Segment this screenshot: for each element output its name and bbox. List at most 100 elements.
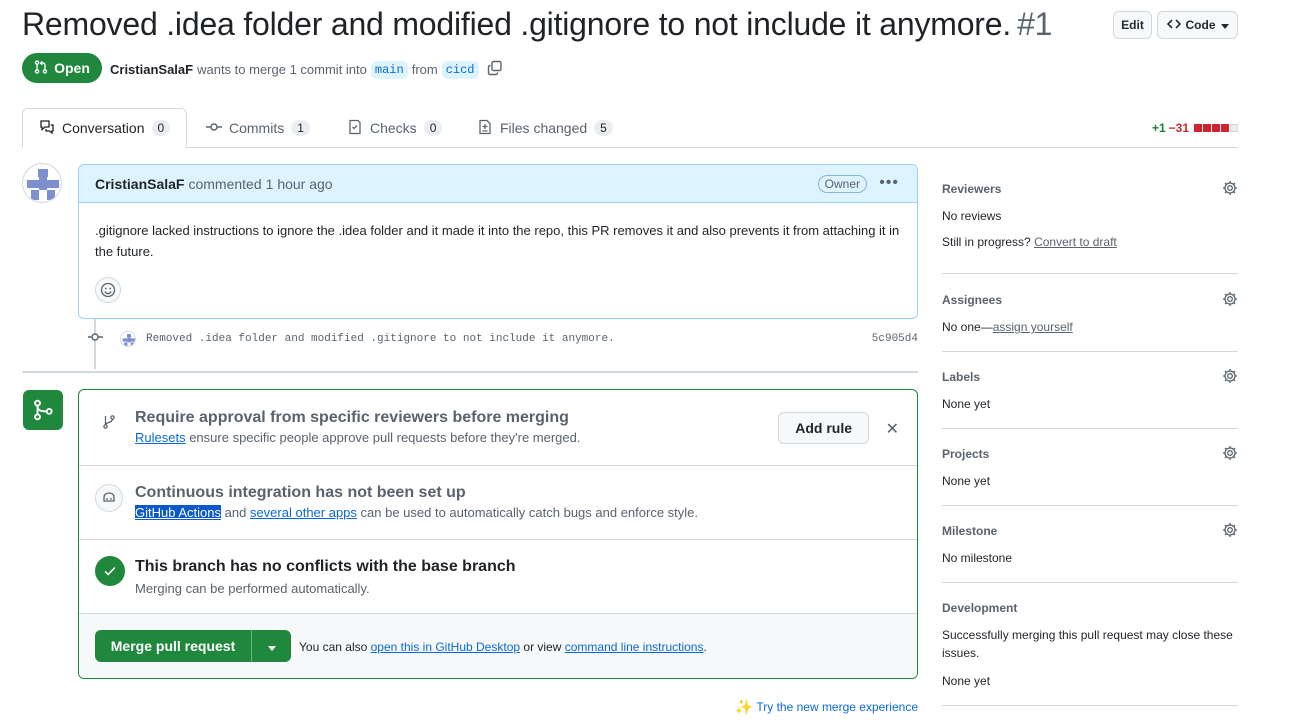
gear-icon[interactable] xyxy=(1222,368,1238,387)
labels-value: None yet xyxy=(942,397,991,411)
reviewers-value: No reviews xyxy=(942,209,1002,223)
code-icon xyxy=(1166,18,1181,33)
comment-box: CristianSalaF commented 1 hour ago Owner… xyxy=(78,164,918,319)
gear-icon[interactable] xyxy=(1222,180,1238,199)
sparkle-icon: ✨ xyxy=(734,699,754,716)
status-badge: Open xyxy=(22,53,102,83)
tab-label: Files changed xyxy=(500,120,588,136)
projects-heading[interactable]: Projects xyxy=(942,447,1238,461)
head-branch[interactable]: cicd xyxy=(441,60,479,79)
git-merge-icon xyxy=(23,390,63,430)
tab-count: 5 xyxy=(594,120,613,136)
ci-text: can be used to automatically catch bugs … xyxy=(360,505,699,520)
merge-hint: You can also open this in GitHub Desktop… xyxy=(299,640,707,654)
or-view-text: or view xyxy=(523,640,562,654)
comment-header: CristianSalaF commented 1 hour ago Owner… xyxy=(79,165,917,203)
owner-badge: Owner xyxy=(817,175,867,193)
commit-avatar[interactable] xyxy=(120,331,136,347)
author-link[interactable]: CristianSalaF xyxy=(110,62,193,77)
tab-checks[interactable]: Checks 0 xyxy=(347,108,443,148)
caret-down-icon xyxy=(1220,18,1229,32)
smiley-icon[interactable] xyxy=(95,277,121,303)
tab-count: 1 xyxy=(291,120,310,136)
rulesets-link[interactable]: Rulesets xyxy=(135,430,186,445)
assignees-value: No one— xyxy=(942,320,993,334)
commit-message[interactable]: Removed .idea folder and modified .gitig… xyxy=(146,333,615,345)
milestone-heading[interactable]: Milestone xyxy=(942,524,1238,538)
copilot-icon xyxy=(95,484,123,512)
close-icon[interactable]: ✕ xyxy=(886,419,899,439)
comment-action: commented xyxy=(188,175,262,192)
meta-text: wants to merge 1 commit into xyxy=(197,62,367,77)
ci-section: Continuous integration has not been set … xyxy=(79,466,917,540)
rules-title: Require approval from specific reviewers… xyxy=(135,409,569,426)
commit-sha[interactable]: 5c905d4 xyxy=(872,333,918,345)
edit-button[interactable]: Edit xyxy=(1113,11,1152,39)
github-actions-link[interactable]: GitHub Actions xyxy=(135,505,221,520)
commit-icon xyxy=(88,329,104,349)
merge-pull-request-button[interactable]: Merge pull request xyxy=(95,630,251,662)
ci-title: Continuous integration has not been set … xyxy=(135,484,466,501)
period-text: . xyxy=(703,640,707,654)
gear-icon[interactable] xyxy=(1222,522,1238,541)
sidebar-labels: Labels None yet xyxy=(942,368,1238,429)
tab-files-changed[interactable]: Files changed 5 xyxy=(477,108,613,148)
projects-value: None yet xyxy=(942,474,991,488)
tab-label: Conversation xyxy=(62,120,145,136)
development-value: None yet xyxy=(942,674,991,688)
diffstat-added: +1 xyxy=(1151,121,1166,135)
labels-heading[interactable]: Labels xyxy=(942,370,1238,384)
convert-to-draft-link[interactable]: Convert to draft xyxy=(1034,235,1117,249)
conflicts-section: This branch has no conflicts with the ba… xyxy=(79,540,917,614)
file-diff-icon xyxy=(477,119,493,138)
comment-discussion-icon xyxy=(39,119,55,138)
gear-icon[interactable] xyxy=(1222,291,1238,310)
pr-title: Removed .idea folder and modified .gitig… xyxy=(22,6,1012,42)
tab-label: Commits xyxy=(229,120,285,136)
reviewers-heading[interactable]: Reviewers xyxy=(942,182,1238,196)
assignees-heading[interactable]: Assignees xyxy=(942,293,1238,307)
assign-yourself-link[interactable]: assign yourself xyxy=(993,320,1073,334)
merge-box: Require approval from specific reviewers… xyxy=(78,389,918,679)
commit-icon xyxy=(206,119,222,138)
copy-icon[interactable] xyxy=(487,60,503,79)
sidebar-development: Development Successfully merging this pu… xyxy=(942,601,1238,706)
sidebar-projects: Projects None yet xyxy=(942,445,1238,506)
tab-count: 0 xyxy=(423,120,443,136)
sidebar-milestone: Milestone No milestone xyxy=(942,522,1238,583)
rules-section: Require approval from specific reviewers… xyxy=(79,390,917,466)
git-branch-icon xyxy=(95,408,123,436)
other-apps-link[interactable]: several other apps xyxy=(250,505,357,520)
pr-meta: CristianSalaF wants to merge 1 commit in… xyxy=(110,60,503,79)
page-title: Removed .idea folder and modified .gitig… xyxy=(22,6,1052,43)
development-heading: Development xyxy=(942,601,1018,615)
development-text: Successfully merging this pull request m… xyxy=(942,628,1233,660)
tab-commits[interactable]: Commits 1 xyxy=(206,108,310,148)
avatar[interactable] xyxy=(22,163,62,203)
comment-author[interactable]: CristianSalaF xyxy=(95,176,184,192)
code-label: Code xyxy=(1185,18,1216,32)
command-line-link[interactable]: command line instructions xyxy=(565,640,704,654)
timeline-divider xyxy=(22,371,918,373)
diffstat-removed: −31 xyxy=(1168,121,1189,135)
add-rule-button[interactable]: Add rule xyxy=(778,412,869,444)
pr-tabs: Conversation 0 Commits 1 Checks 0 Files … xyxy=(22,108,1238,148)
gear-icon[interactable] xyxy=(1222,445,1238,464)
checklist-icon xyxy=(347,119,363,138)
tab-conversation[interactable]: Conversation 0 xyxy=(22,108,188,148)
progress-text: Still in progress? xyxy=(942,235,1031,249)
comment-time[interactable]: 1 hour ago xyxy=(266,176,333,192)
milestone-value: No milestone xyxy=(942,551,1013,565)
merge-options-dropdown[interactable] xyxy=(251,630,291,662)
tab-count: 0 xyxy=(151,120,171,136)
try-new-merge-link[interactable]: ✨ Try the new merge experience xyxy=(735,698,918,716)
github-desktop-link[interactable]: open this in GitHub Desktop xyxy=(371,640,520,654)
diffstat-blocks xyxy=(1194,124,1238,132)
kebab-horizontal-icon[interactable]: ••• xyxy=(879,174,899,192)
base-branch[interactable]: main xyxy=(370,60,408,79)
code-button[interactable]: Code xyxy=(1157,11,1238,39)
check-icon xyxy=(95,556,125,586)
caret-down-icon xyxy=(267,638,276,654)
tab-label: Checks xyxy=(370,120,417,136)
status-label: Open xyxy=(54,60,90,76)
